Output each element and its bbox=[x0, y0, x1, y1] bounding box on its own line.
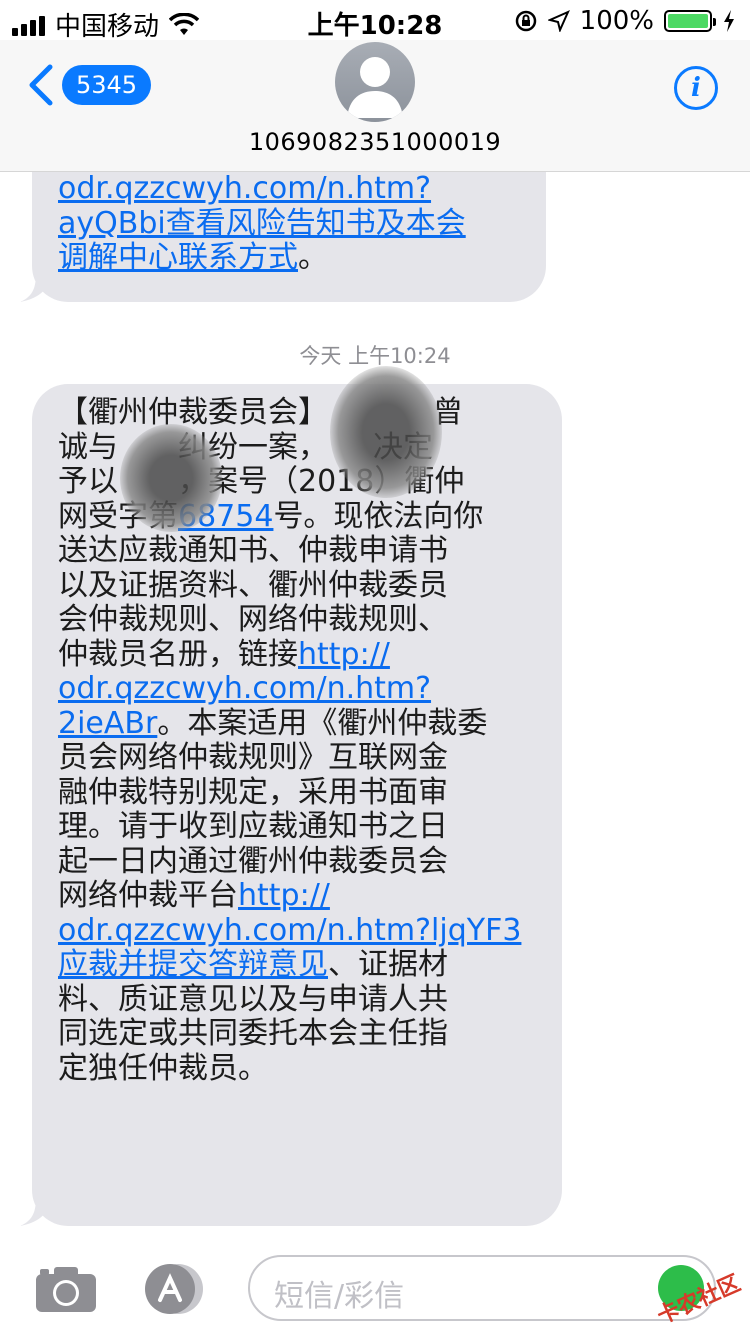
message-text: 。 bbox=[298, 240, 328, 275]
message-bubble-main[interactable]: 【衢州仲裁委员会】 曾诚与 纠纷一案， 决定 予以 ，案号（2018）衢仲 网受字第… bbox=[20, 366, 562, 1226]
message-link[interactable]: 2ieABr bbox=[58, 706, 157, 741]
message-text: 网络仲裁平台 bbox=[58, 878, 238, 913]
message-line: odr.qzzcwyh.com/n.htm?ljqYF3 bbox=[58, 913, 536, 949]
message-line: 应裁并提交答辩意见、证据材 bbox=[58, 947, 536, 983]
message-text: 融仲裁特别规定，采用书面审 bbox=[58, 774, 448, 810]
appstore-icon[interactable] bbox=[140, 1262, 208, 1316]
message-link[interactable]: odr.qzzcwyh.com/n.htm? bbox=[58, 172, 431, 206]
message-line: 【衢州仲裁委员会】 曾 bbox=[58, 395, 536, 431]
message-text: 【衢州仲裁委员会】 bbox=[58, 395, 313, 430]
message-text: 同选定或共同委托本会主任指 bbox=[58, 1016, 448, 1051]
message-text: 仲裁员名册，链接 bbox=[58, 636, 298, 672]
message-line: 仲裁员名册，链接http:// bbox=[58, 636, 536, 673]
message-text: 送达应裁通知书、仲裁申请书 bbox=[58, 533, 448, 568]
message-text: 员会网络仲裁规则》互联网金 bbox=[58, 740, 448, 775]
camera-icon[interactable] bbox=[34, 1264, 98, 1314]
message-text: 会仲裁规则、网络仲裁规则、 bbox=[58, 602, 448, 637]
conversation-header: 5345 1069082351000019 i bbox=[0, 40, 750, 172]
message-list[interactable]: odr.qzzcwyh.com/n.htm? ayQBbi查看风险告知书及本会 调解… bbox=[0, 172, 750, 1242]
message-input[interactable]: 短信/彩信 bbox=[248, 1255, 716, 1321]
status-right: 100% bbox=[514, 6, 736, 36]
message-line: 调解中心联系方式。 bbox=[58, 240, 520, 276]
message-text: 起一日内通过衢州仲裁委员会 bbox=[58, 843, 448, 879]
redaction-scribble bbox=[120, 424, 222, 532]
redaction-scribble bbox=[330, 366, 442, 498]
compose-bar: 短信/彩信 卡农社区 bbox=[0, 1242, 750, 1334]
message-text: 定独任仲裁员。 bbox=[58, 1050, 268, 1086]
message-link[interactable]: odr.qzzcwyh.com/n.htm? bbox=[58, 671, 431, 706]
contact-number[interactable]: 1069082351000019 bbox=[0, 128, 750, 156]
message-link[interactable]: odr.qzzcwyh.com/n.htm?ljqYF3 bbox=[58, 913, 521, 948]
message-line: 送达应裁通知书、仲裁申请书 bbox=[58, 533, 536, 569]
lock-rotation-icon bbox=[515, 10, 536, 32]
battery-level bbox=[668, 14, 708, 28]
info-icon[interactable]: i bbox=[674, 66, 718, 110]
message-line: 2ieABr。本案适用《衢州仲裁委 bbox=[58, 705, 536, 742]
charging-icon bbox=[724, 10, 734, 32]
unread-count-badge: 5345 bbox=[62, 65, 152, 105]
message-line: ayQBbi查看风险告知书及本会 bbox=[58, 206, 520, 242]
message-line: 起一日内通过衢州仲裁委员会 bbox=[58, 843, 536, 880]
message-text: 料、质证意见以及与申请人共 bbox=[58, 981, 448, 1017]
battery-percent: 100% bbox=[579, 6, 654, 36]
back-button[interactable]: 5345 bbox=[24, 64, 152, 106]
message-link[interactable]: ayQBbi查看风险告知书及本会 bbox=[58, 206, 466, 241]
bubble-tail bbox=[20, 1196, 54, 1226]
message-line: odr.qzzcwyh.com/n.htm? bbox=[58, 671, 536, 707]
message-line: 员会网络仲裁规则》互联网金 bbox=[58, 740, 536, 776]
message-line: 融仲裁特别规定，采用书面审 bbox=[58, 774, 536, 811]
battery-icon bbox=[664, 10, 716, 32]
bubble-tail bbox=[20, 272, 54, 302]
message-text: 以及证据资料、衢州仲裁委员 bbox=[58, 567, 448, 603]
location-icon bbox=[547, 10, 570, 32]
message-line: 料、质证意见以及与申请人共 bbox=[58, 981, 536, 1018]
message-line: 理。请于收到应裁通知书之日 bbox=[58, 809, 536, 845]
message-line: 以及证据资料、衢州仲裁委员 bbox=[58, 567, 536, 604]
message-line: 会仲裁规则、网络仲裁规则、 bbox=[58, 602, 536, 638]
message-link[interactable]: 应裁并提交答辩意见 bbox=[58, 947, 328, 982]
message-link[interactable]: http:// bbox=[298, 637, 390, 672]
message-line: odr.qzzcwyh.com/n.htm? bbox=[58, 172, 520, 207]
message-timestamp: 今天 上午10:24 bbox=[299, 344, 451, 368]
message-line: 定独任仲裁员。 bbox=[58, 1050, 536, 1087]
avatar-icon[interactable] bbox=[335, 42, 415, 122]
message-text: 。本案适用《衢州仲裁委 bbox=[157, 705, 488, 741]
message-bubble-previous[interactable]: odr.qzzcwyh.com/n.htm? ayQBbi查看风险告知书及本会 调解… bbox=[20, 172, 546, 302]
message-text: 号。现依法向你 bbox=[273, 498, 484, 534]
status-bar: 中国移动 上午10:28 100% bbox=[0, 0, 750, 42]
message-line: 网络仲裁平台http:// bbox=[58, 878, 536, 914]
message-line: 同选定或共同委托本会主任指 bbox=[58, 1016, 536, 1052]
message-text: 理。请于收到应裁通知书之日 bbox=[58, 809, 448, 844]
message-text-previous: odr.qzzcwyh.com/n.htm? ayQBbi查看风险告知书及本会 调解… bbox=[58, 172, 520, 276]
message-text: 、证据材 bbox=[328, 947, 448, 982]
back-chevron-icon bbox=[29, 64, 53, 106]
message-input-placeholder: 短信/彩信 bbox=[274, 1279, 405, 1314]
message-link[interactable]: 调解中心联系方式 bbox=[58, 240, 298, 275]
message-link[interactable]: http:// bbox=[238, 878, 330, 913]
